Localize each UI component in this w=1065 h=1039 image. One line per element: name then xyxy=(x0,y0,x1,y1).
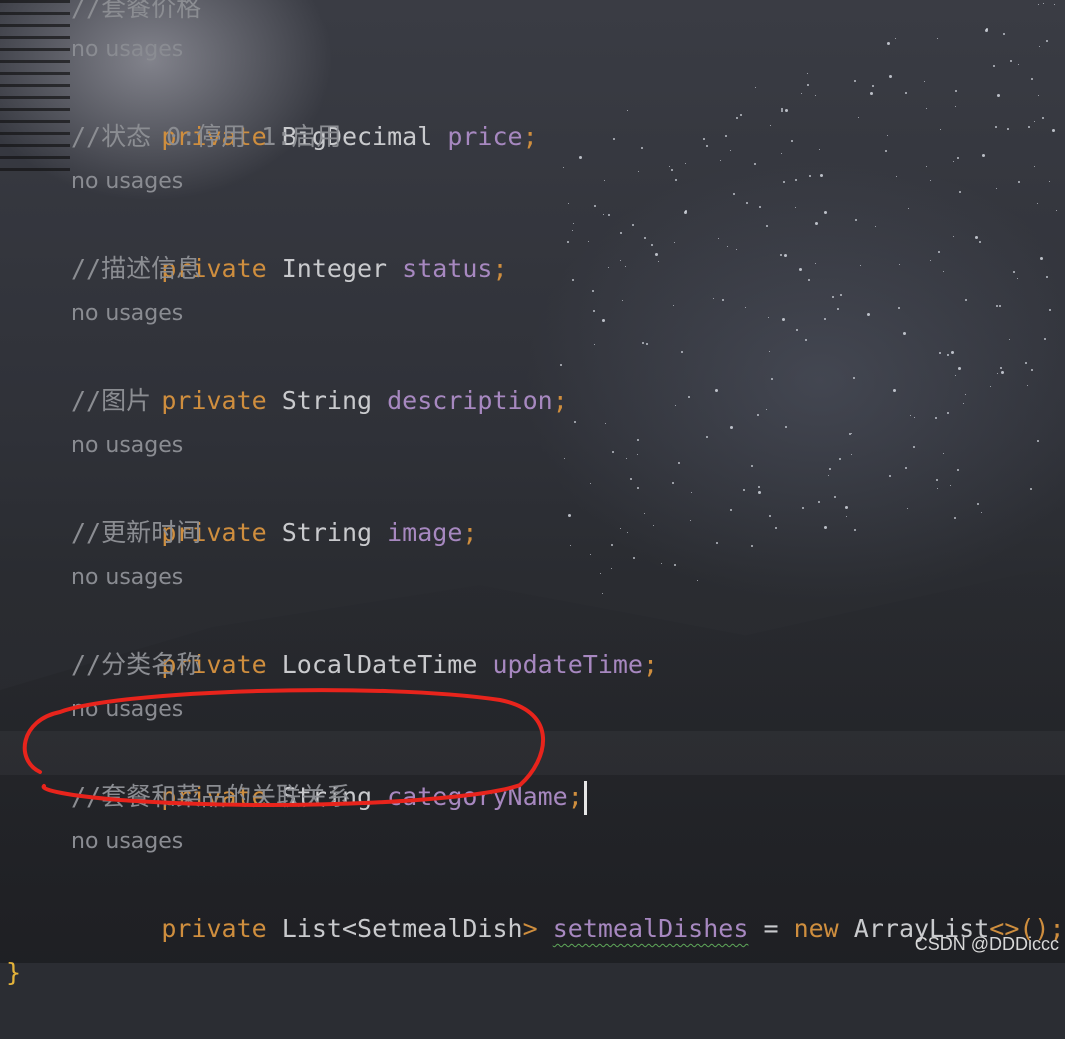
usages-hint[interactable]: no usages xyxy=(71,820,183,864)
comment-text: //状态 0:停用 1:启用 xyxy=(71,122,342,151)
usages-hint[interactable]: no usages xyxy=(71,556,183,600)
code-line[interactable]: no usages xyxy=(0,556,1065,600)
watermark: CSDN @DDDiccc xyxy=(914,934,1059,954)
code-line[interactable]: //更新时间 xyxy=(0,511,1065,555)
code-line[interactable]: //套餐和菜品的关联关系 xyxy=(0,775,1065,819)
code-line[interactable]: //分类名称 xyxy=(0,643,1065,687)
code-line[interactable]: private LocalDateTime updateTime; xyxy=(0,599,1065,679)
code-line[interactable]: private List<SetmealDish> setmealDishes … xyxy=(0,863,1065,943)
code-line-current[interactable]: private String categoryName; xyxy=(0,731,1065,815)
comment-text: //描述信息 xyxy=(71,254,202,283)
code-line[interactable]: no usages xyxy=(0,688,1065,732)
code-line[interactable]: no usages xyxy=(0,28,1065,72)
closing-brace: } xyxy=(6,958,22,987)
comment-text: //分类名称 xyxy=(71,650,202,679)
code-line[interactable]: //描述信息 xyxy=(0,247,1065,291)
usages-hint[interactable]: no usages xyxy=(71,292,183,336)
comment-text: //图片 xyxy=(71,386,152,415)
code-line[interactable]: //状态 0:停用 1:启用 xyxy=(0,115,1065,159)
comment-text: //套餐价格 xyxy=(71,0,202,22)
code-line[interactable]: no usages xyxy=(0,820,1065,864)
comment-text: //更新时间 xyxy=(71,518,202,547)
code-line[interactable]: //图片 xyxy=(0,379,1065,423)
code-line[interactable]: private String description; xyxy=(0,335,1065,415)
code-line[interactable]: no usages xyxy=(0,292,1065,336)
usages-hint[interactable]: no usages xyxy=(71,28,183,72)
code-line[interactable]: } xyxy=(0,907,1065,987)
code-line[interactable]: private String image; xyxy=(0,467,1065,547)
code-line[interactable]: //套餐价格 xyxy=(0,0,1065,30)
code-line[interactable]: no usages xyxy=(0,424,1065,468)
usages-hint[interactable]: no usages xyxy=(71,424,183,468)
comment-text: //套餐和菜品的关联关系 xyxy=(71,782,352,811)
usages-hint[interactable]: no usages xyxy=(71,688,183,732)
code-line[interactable]: no usages xyxy=(0,160,1065,204)
usages-hint[interactable]: no usages xyxy=(71,160,183,204)
code-line[interactable]: private BigDecimal price; xyxy=(0,71,1065,151)
code-line[interactable]: private Integer status; xyxy=(0,203,1065,283)
